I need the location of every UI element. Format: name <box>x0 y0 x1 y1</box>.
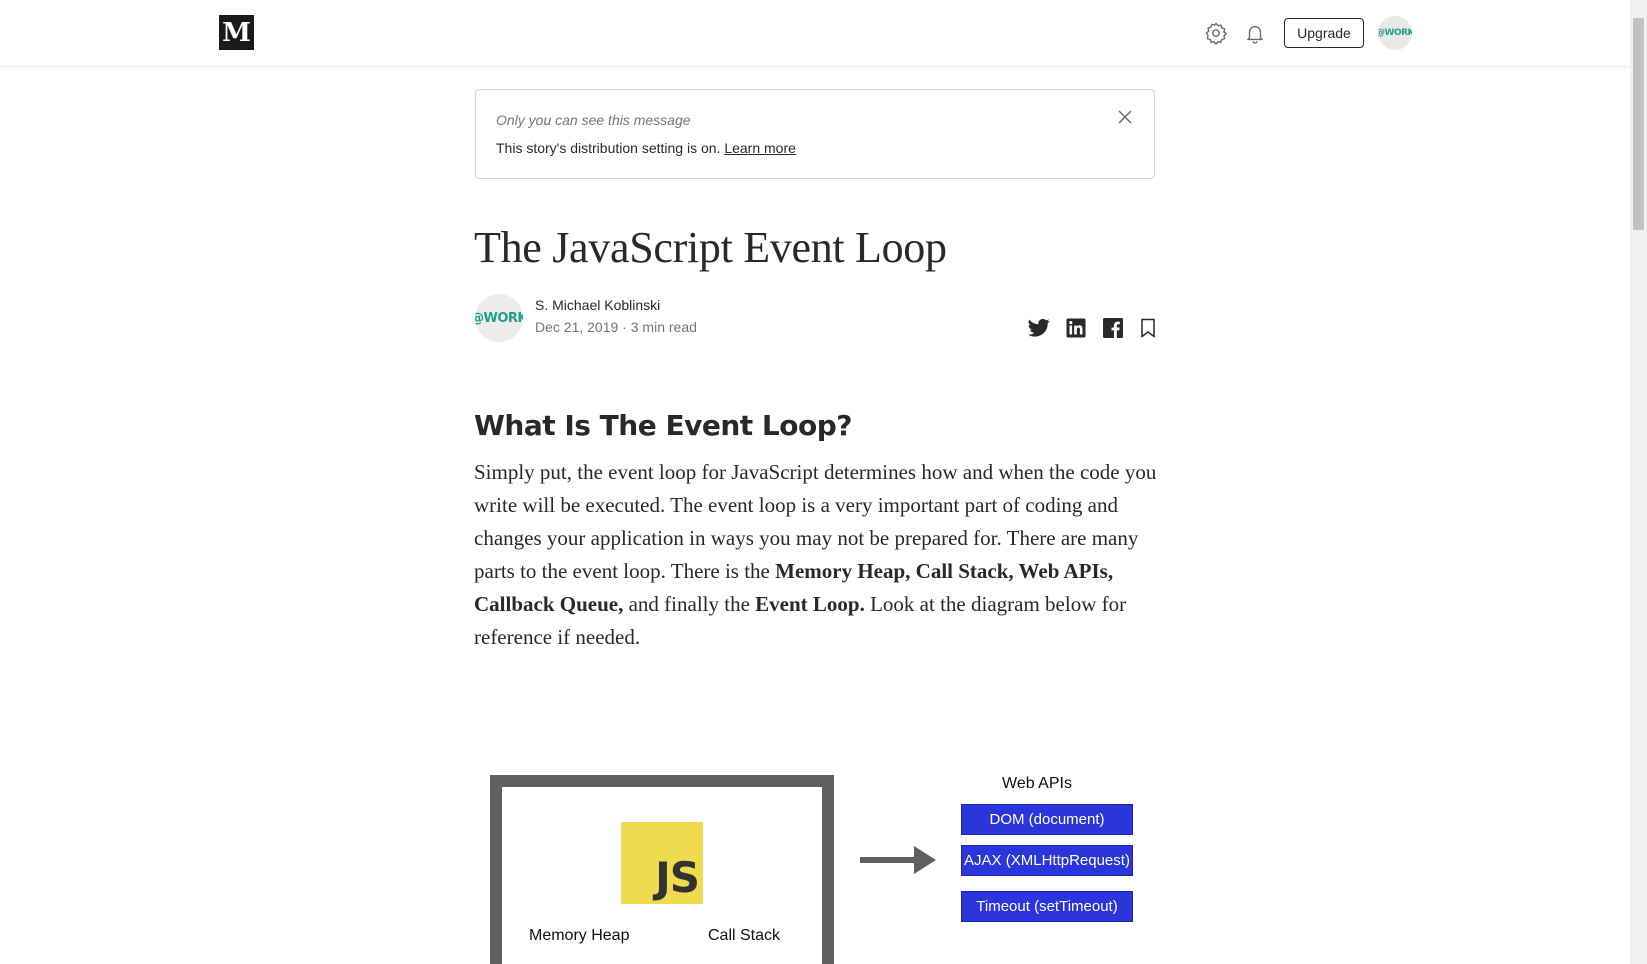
linkedin-icon[interactable] <box>1064 316 1088 340</box>
notice-text: This story's distribution setting is on.… <box>496 140 796 156</box>
learn-more-link[interactable]: Learn more <box>724 140 796 156</box>
notice-message: This story's distribution setting is on. <box>496 140 721 156</box>
api-dom-box: DOM (document) <box>961 804 1133 835</box>
js-engine-box: JS Memory Heap Call Stack <box>490 775 834 964</box>
event-loop-diagram: JS Memory Heap Call Stack Web APIs DOM (… <box>474 760 1154 964</box>
facebook-icon[interactable] <box>1101 316 1125 340</box>
bell-icon[interactable] <box>1242 20 1268 46</box>
scrollbar-thumb[interactable] <box>1633 18 1644 230</box>
avatar-text: @WORK <box>1378 28 1412 38</box>
close-icon[interactable] <box>1114 106 1136 128</box>
article-paragraph: Simply put, the event loop for JavaScrip… <box>474 456 1164 654</box>
api-ajax-box: AJAX (XMLHttpRequest) <box>961 845 1133 876</box>
private-notice: Only you can see this message This story… <box>475 89 1155 179</box>
memory-heap-label: Memory Heap <box>529 927 630 944</box>
web-apis-title: Web APIs <box>1002 775 1072 792</box>
api-timeout-box: Timeout (setTimeout) <box>961 891 1133 922</box>
gear-icon[interactable] <box>1203 20 1229 46</box>
article-title: The JavaScript Event Loop <box>474 223 947 272</box>
read-time: 3 min read <box>630 319 697 335</box>
author-avatar[interactable]: @WORK <box>475 294 523 342</box>
right-arrow-icon <box>860 842 936 878</box>
medium-logo[interactable]: M <box>219 15 254 50</box>
scrollbar[interactable] <box>1630 0 1647 964</box>
twitter-icon[interactable] <box>1027 316 1051 340</box>
author-avatar-text: @WORK <box>475 310 523 326</box>
meta-separator: · <box>618 319 631 335</box>
top-nav: M Upgrade @WORK <box>0 0 1630 65</box>
bookmark-icon[interactable] <box>1136 316 1160 340</box>
call-stack-label: Call Stack <box>708 927 781 944</box>
paragraph-bold: Event Loop. <box>755 592 865 616</box>
author-name[interactable]: S. Michael Koblinski <box>535 297 660 313</box>
section-heading: What Is The Event Loop? <box>474 409 852 442</box>
notice-muted-text: Only you can see this message <box>496 112 691 128</box>
paragraph-text: and finally the <box>623 592 756 616</box>
post-meta: Dec 21, 2019 · 3 min read <box>535 319 697 335</box>
upgrade-button[interactable]: Upgrade <box>1284 18 1364 48</box>
user-avatar[interactable]: @WORK <box>1378 16 1412 50</box>
js-logo: JS <box>621 822 703 904</box>
post-date: Dec 21, 2019 <box>535 319 619 335</box>
